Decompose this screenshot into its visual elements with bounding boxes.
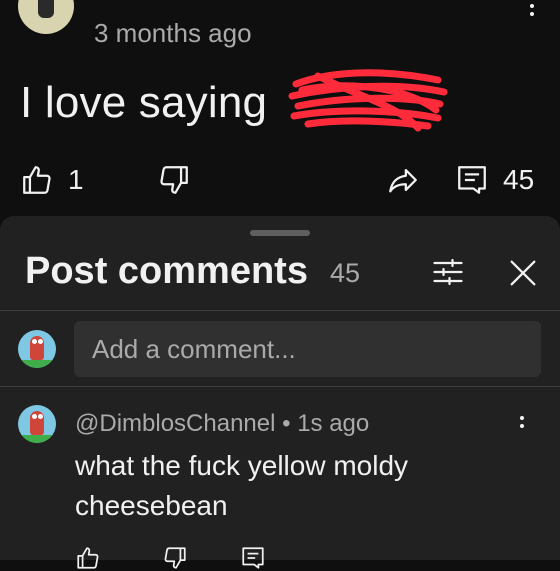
like-count: 1: [68, 164, 84, 195]
comment-thumbs-down-icon[interactable]: [162, 545, 188, 571]
drag-handle[interactable]: [250, 230, 310, 236]
comment-icon[interactable]: [455, 163, 489, 197]
comment-count: 45: [503, 164, 535, 195]
divider: [0, 386, 560, 387]
divider: [0, 310, 560, 311]
channel-avatar[interactable]: [18, 0, 74, 34]
comment-thumbs-up-icon[interactable]: [75, 545, 101, 571]
share-icon[interactable]: [386, 163, 420, 197]
post-timestamp: 3 months ago: [94, 18, 252, 48]
user-avatar: [18, 330, 56, 368]
commenter-avatar[interactable]: [18, 405, 56, 443]
comment-handle[interactable]: @DimblosChannel • 1s ago: [75, 410, 369, 438]
reply-icon[interactable]: [240, 545, 266, 571]
sheet-title: Post comments: [25, 250, 308, 292]
avatar-figure: [38, 0, 54, 18]
post-more-icon[interactable]: [520, 0, 544, 30]
sheet-comment-count: 45: [330, 258, 361, 288]
comment-more-icon[interactable]: [511, 412, 533, 442]
comment-text: what the fuck yellow moldy cheesebean: [75, 450, 409, 521]
post-text: I love saying: [20, 78, 268, 127]
add-comment-input[interactable]: Add a comment...: [74, 321, 541, 377]
thumbs-down-icon[interactable]: [157, 163, 191, 197]
filter-icon[interactable]: [430, 254, 466, 290]
redaction-scribble: [288, 69, 448, 132]
close-icon[interactable]: [506, 256, 540, 290]
thumbs-up-icon[interactable]: [20, 163, 54, 197]
